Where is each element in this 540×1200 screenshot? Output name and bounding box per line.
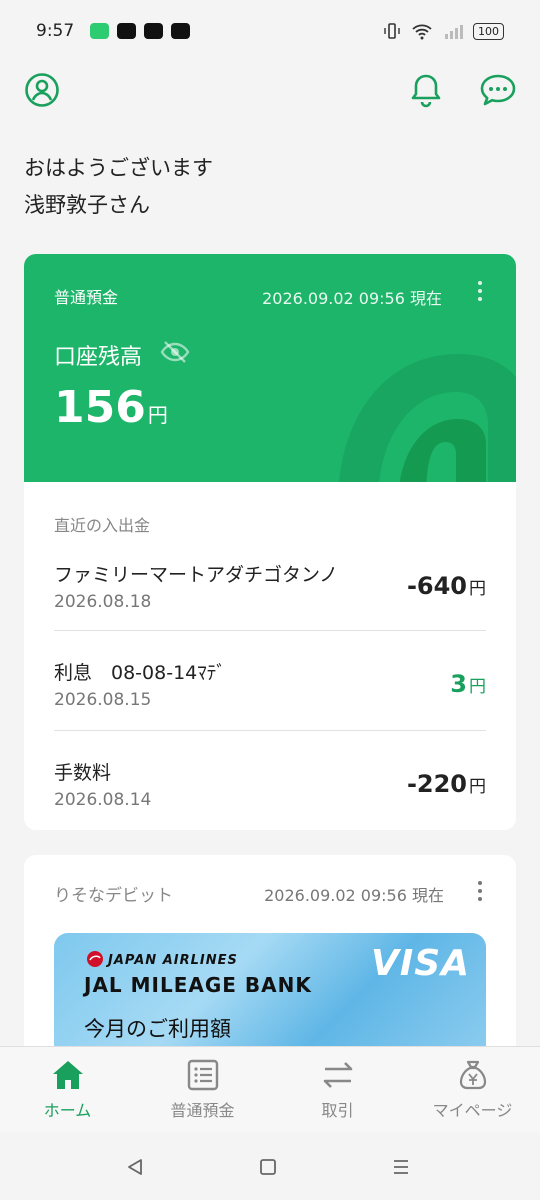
monthly-usage-label: 今月のご利用額 xyxy=(84,1017,231,1041)
profile-button[interactable] xyxy=(22,70,62,110)
greeting: おはようございます 浅野敦子さん xyxy=(24,150,213,224)
card-brand: JAPAN AIRLINES xyxy=(108,953,238,968)
transaction-amount-unit: 円 xyxy=(469,579,486,599)
back-triangle-icon xyxy=(128,1159,142,1175)
wifi-icon xyxy=(412,24,432,40)
notifications-button[interactable] xyxy=(406,70,446,110)
debit-timestamp: 2026.09.02 09:56 現在 xyxy=(264,886,444,905)
transaction-row[interactable]: 手数料 2026.08.14 -220 円 xyxy=(54,758,486,830)
transaction-amount: -640 円 xyxy=(407,572,486,600)
hide-balance-toggle[interactable] xyxy=(160,340,190,368)
vibrate-icon xyxy=(384,23,400,39)
divider xyxy=(54,730,486,731)
system-status: 100 xyxy=(383,22,504,40)
eye-off-icon xyxy=(160,341,190,363)
signal-icon xyxy=(445,25,463,39)
transaction-amount: 3円 xyxy=(450,670,486,698)
nav-savings[interactable]: 普通預金 xyxy=(135,1047,270,1132)
account-card[interactable]: 普通預金 2026.09.02 09:56 現在 口座残高 156 円 直近の入出… xyxy=(24,254,516,830)
recents-button[interactable] xyxy=(386,1152,416,1182)
transaction-description: 利息 08-08-14ﾏﾃﾞ xyxy=(54,662,226,684)
transaction-row[interactable]: ファミリーマートアダチゴタンノ 2026.08.18 -640 円 xyxy=(54,560,486,660)
bell-icon xyxy=(411,74,441,108)
system-navigation-bar xyxy=(0,1132,540,1200)
menu-lines-icon xyxy=(394,1160,408,1174)
notification-icons xyxy=(90,23,191,39)
account-balance-panel[interactable]: 普通預金 2026.09.02 09:56 現在 口座残高 156 円 xyxy=(24,254,516,482)
nav-transactions-label: 取引 xyxy=(321,1101,354,1120)
user-icon xyxy=(25,73,59,107)
transaction-amount-unit: 円 xyxy=(469,677,486,697)
account-type: 普通預金 xyxy=(54,288,119,307)
bottom-navigation: ホーム 普通預金 取引 マイページ xyxy=(0,1046,540,1132)
nav-transactions[interactable]: 取引 xyxy=(270,1047,405,1132)
nav-savings-label: 普通預金 xyxy=(170,1101,235,1120)
youtube-icon xyxy=(171,23,191,39)
chat-icon xyxy=(480,74,516,106)
nav-mypage[interactable]: マイページ xyxy=(405,1047,540,1132)
messages-button[interactable] xyxy=(478,70,518,110)
youtube-icon xyxy=(144,23,164,39)
balance-unit: 円 xyxy=(147,403,168,427)
transaction-date: 2026.08.18 xyxy=(54,592,152,612)
transaction-amount: -220 円 xyxy=(407,770,486,798)
battery-indicator: 100 xyxy=(473,22,504,40)
money-bag-icon xyxy=(459,1060,486,1090)
card-name: JAL MILEAGE BANK xyxy=(84,973,312,997)
transaction-row[interactable]: 利息 08-08-14ﾏﾃﾞ 2026.08.15 3円 xyxy=(54,658,486,758)
app-header xyxy=(0,66,540,116)
recent-transactions-label: 直近の入出金 xyxy=(54,516,151,535)
visa-logo: VISA xyxy=(370,943,470,984)
nav-home-label: ホーム xyxy=(43,1101,92,1120)
debit-menu-button[interactable] xyxy=(470,876,490,906)
transaction-amount-value: -640 xyxy=(406,572,467,600)
transaction-amount-value: 3 xyxy=(450,670,467,698)
jal-crane-logo xyxy=(87,951,103,967)
app-notification-icon xyxy=(90,23,110,39)
transaction-description: 手数料 xyxy=(54,762,112,784)
balance-value: 156 xyxy=(54,382,146,433)
status-time: 9:57 xyxy=(36,21,75,41)
transaction-amount-unit: 円 xyxy=(469,777,486,797)
app-notification-icon xyxy=(117,23,137,39)
nav-home[interactable]: ホーム xyxy=(0,1047,135,1132)
back-button[interactable] xyxy=(120,1152,150,1182)
user-name: 浅野敦子さん xyxy=(24,193,150,217)
transaction-date: 2026.08.14 xyxy=(54,790,152,810)
greeting-message: おはようございます xyxy=(24,156,213,180)
transaction-date: 2026.08.15 xyxy=(54,690,152,710)
list-icon xyxy=(187,1059,218,1091)
bank-logo-watermark xyxy=(339,354,516,482)
balance-timestamp: 2026.09.02 09:56 現在 xyxy=(262,289,442,308)
divider xyxy=(54,630,486,631)
balance-label: 口座残高 xyxy=(54,345,143,370)
square-icon xyxy=(260,1159,276,1175)
transfer-icon xyxy=(323,1062,352,1088)
balance-amount: 156 円 xyxy=(54,382,168,433)
transaction-description: ファミリーマートアダチゴタンノ xyxy=(54,564,339,586)
home-icon xyxy=(52,1061,83,1089)
home-system-button[interactable] xyxy=(253,1152,283,1182)
debit-label: りそなデビット xyxy=(54,886,173,906)
status-bar: 9:57 100 xyxy=(0,0,540,62)
transaction-amount-value: -220 xyxy=(406,770,467,798)
nav-mypage-label: マイページ xyxy=(432,1101,513,1120)
account-menu-button[interactable] xyxy=(470,276,490,306)
